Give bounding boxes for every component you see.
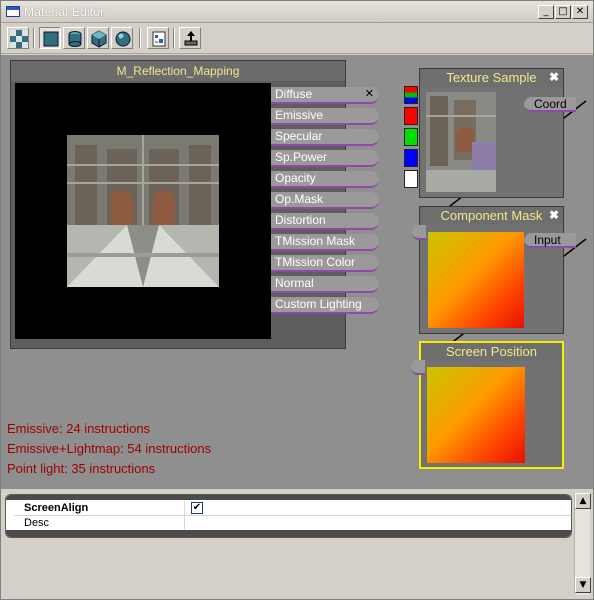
material-input-sp-power[interactable]: Sp.Power — [271, 150, 379, 167]
stats-emissive-lightmap: Emissive+Lightmap: 54 instructions — [7, 441, 212, 456]
material-input-label: Custom Lighting — [275, 297, 362, 311]
input-output-label: Input — [534, 233, 561, 247]
property-row-screenalign[interactable]: ScreenAlign ✔ — [14, 501, 571, 516]
screen-position-title: Screen Position — [421, 343, 562, 361]
material-input-distortion[interactable]: Distortion — [271, 213, 379, 230]
component-mask-close-icon[interactable]: ✖ — [549, 208, 559, 222]
texture-sample-thumbnail — [426, 92, 496, 192]
material-input-opacity[interactable]: Opacity — [271, 171, 379, 188]
material-input-label: Normal — [275, 276, 314, 290]
close-button[interactable]: ✕ — [572, 5, 588, 19]
plane-preview-icon[interactable] — [39, 27, 61, 49]
property-panel: ScreenAlign ✔ Desc — [5, 494, 572, 538]
material-input-op-mask[interactable]: Op.Mask — [271, 192, 379, 209]
material-input-label: Distortion — [275, 213, 326, 227]
toolbar — [1, 24, 593, 54]
disconnect-icon[interactable]: ✕ — [365, 87, 374, 102]
screen-position-node[interactable]: Screen Position — [411, 341, 564, 469]
toolbar-separator — [173, 28, 175, 48]
sphere-preview-icon[interactable] — [111, 27, 133, 49]
material-input-label: Diffuse — [275, 87, 313, 101]
checker-background-icon[interactable] — [7, 27, 29, 49]
home-view-icon[interactable] — [179, 27, 201, 49]
apply-material-icon[interactable] — [147, 27, 169, 49]
texture-sample-close-icon[interactable]: ✖ — [549, 70, 559, 84]
material-input-diffuse[interactable]: Diffuse ✕ — [271, 87, 379, 104]
coord-output-pin[interactable]: Coord — [524, 97, 576, 112]
toolbar-separator — [139, 28, 141, 48]
minimize-button[interactable]: _ — [538, 5, 554, 19]
material-input-emissive[interactable]: Emissive — [271, 108, 379, 125]
material-input-label: Opacity — [275, 171, 316, 185]
maximize-button[interactable]: □ — [555, 5, 571, 19]
channel-swatch — [404, 86, 418, 104]
component-mask-title: Component Mask — [420, 207, 563, 225]
material-input-label: Specular — [275, 129, 323, 143]
material-input-label: TMission Mask — [275, 234, 356, 248]
property-panel-footer — [6, 530, 571, 537]
material-input-tmission-mask[interactable]: TMission Mask — [271, 234, 379, 251]
material-input-normal[interactable]: Normal — [271, 276, 379, 293]
component-mask-preview — [428, 232, 524, 328]
property-name: Desc — [24, 517, 50, 529]
stats-point-light: Point light: 35 instructions — [7, 461, 156, 476]
component-mask-input-pin[interactable] — [412, 225, 426, 240]
screenalign-checkbox[interactable]: ✔ — [191, 502, 203, 514]
property-scrollbar[interactable]: ▲ ▼ — [574, 493, 591, 595]
component-mask-node[interactable]: Component Mask ✖ Input — [412, 206, 576, 334]
material-input-specular[interactable]: Specular — [271, 129, 379, 146]
window-title: Material Editor — [24, 5, 105, 19]
material-input-label: TMission Color — [275, 255, 356, 269]
material-input-label: Emissive — [275, 108, 324, 122]
material-input-label: Op.Mask — [275, 192, 324, 206]
input-output-pin[interactable]: Input — [524, 233, 576, 248]
material-graph-canvas[interactable]: M_Reflection_Mapping Diffuse ✕ Emissive … — [1, 55, 593, 489]
material-preview — [15, 83, 271, 339]
property-row-desc[interactable]: Desc — [14, 516, 571, 531]
property-value[interactable] — [184, 516, 571, 531]
property-value[interactable]: ✔ — [184, 501, 571, 516]
screen-position-preview — [427, 367, 525, 463]
texture-sample-node[interactable]: Texture Sample ✖ Coord — [419, 68, 576, 198]
cube-preview-icon[interactable] — [87, 27, 109, 49]
material-input-custom-lighting[interactable]: Custom Lighting — [271, 297, 379, 314]
property-panel-header — [6, 495, 571, 500]
material-input-label: Sp.Power — [275, 150, 328, 164]
texture-sample-title: Texture Sample — [420, 69, 563, 87]
coord-output-label: Coord — [534, 97, 567, 111]
scroll-up-button[interactable]: ▲ — [575, 493, 591, 509]
property-name: ScreenAlign — [24, 502, 89, 514]
channel-swatch — [404, 128, 418, 146]
material-node-title: M_Reflection_Mapping — [11, 61, 345, 81]
title-bar[interactable]: Material Editor _ □ ✕ — [1, 1, 593, 23]
channel-swatch — [404, 149, 418, 167]
channel-swatch — [404, 107, 418, 125]
stats-emissive: Emissive: 24 instructions — [7, 421, 151, 436]
material-input-tmission-color[interactable]: TMission Color — [271, 255, 379, 272]
window-app-icon — [6, 6, 20, 17]
screen-position-input-pin[interactable] — [411, 360, 425, 375]
scroll-down-button[interactable]: ▼ — [575, 577, 591, 593]
preview-texture — [67, 135, 219, 287]
channel-swatch — [404, 170, 418, 188]
material-editor-window: Material Editor _ □ ✕ M_Reflection_Mappi… — [0, 0, 594, 600]
cylinder-preview-icon[interactable] — [63, 27, 85, 49]
toolbar-separator — [33, 28, 35, 48]
